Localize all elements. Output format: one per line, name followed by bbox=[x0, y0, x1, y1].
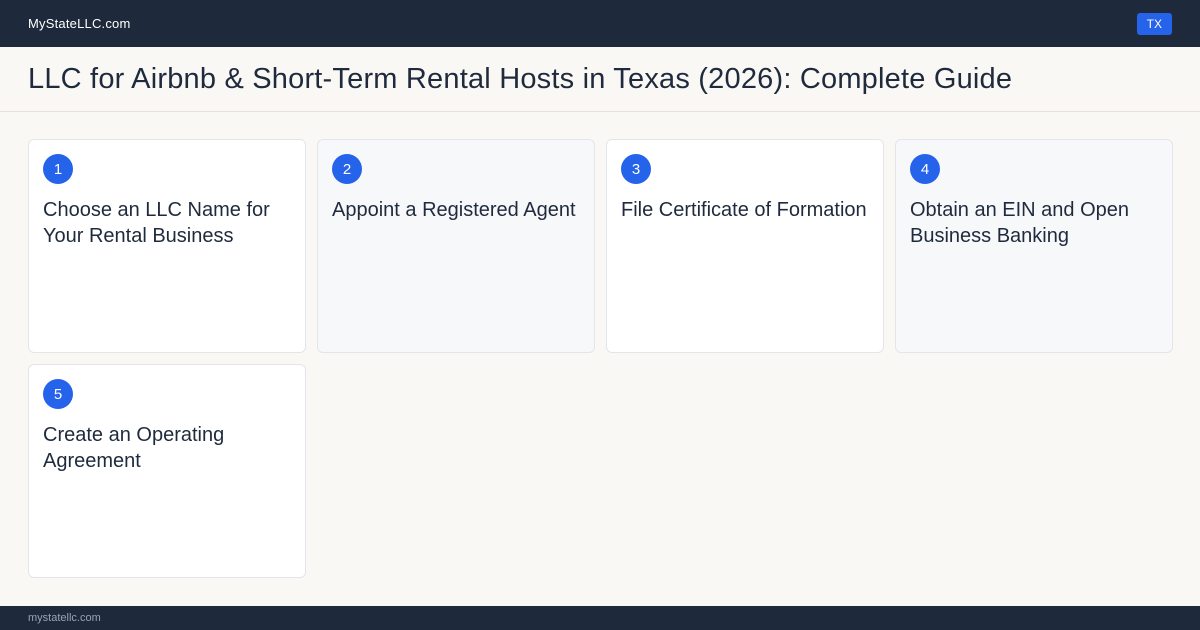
step-number-badge: 5 bbox=[43, 379, 73, 409]
step-card-4[interactable]: 4 Obtain an EIN and Open Business Bankin… bbox=[895, 139, 1173, 353]
step-title: Choose an LLC Name for Your Rental Busin… bbox=[43, 199, 270, 247]
step-number-badge: 1 bbox=[43, 154, 73, 184]
step-number-badge: 2 bbox=[332, 154, 362, 184]
step-card-3[interactable]: 3 File Certificate of Formation bbox=[606, 139, 884, 353]
step-number-badge: 3 bbox=[621, 154, 651, 184]
step-card-1[interactable]: 1 Choose an LLC Name for Your Rental Bus… bbox=[28, 139, 306, 353]
step-card-5[interactable]: 5 Create an Operating Agreement bbox=[28, 364, 306, 578]
steps-grid: 1 Choose an LLC Name for Your Rental Bus… bbox=[28, 139, 1173, 578]
footer-bar: mystatellc.com bbox=[0, 606, 1200, 630]
step-title: File Certificate of Formation bbox=[621, 199, 867, 221]
step-card-2[interactable]: 2 Appoint a Registered Agent bbox=[317, 139, 595, 353]
step-title: Create an Operating Agreement bbox=[43, 424, 225, 472]
state-badge[interactable]: TX bbox=[1136, 12, 1172, 35]
top-bar: MyStateLLC.com TX bbox=[0, 0, 1200, 47]
site-brand[interactable]: MyStateLLC.com bbox=[28, 16, 131, 31]
step-number-badge: 4 bbox=[910, 154, 940, 184]
page-title: LLC for Airbnb & Short-Term Rental Hosts… bbox=[28, 62, 1013, 95]
title-section: LLC for Airbnb & Short-Term Rental Hosts… bbox=[0, 47, 1200, 112]
footer-domain[interactable]: mystatellc.com bbox=[28, 612, 101, 624]
step-title: Obtain an EIN and Open Business Banking bbox=[910, 199, 1130, 247]
step-title: Appoint a Registered Agent bbox=[332, 199, 576, 221]
